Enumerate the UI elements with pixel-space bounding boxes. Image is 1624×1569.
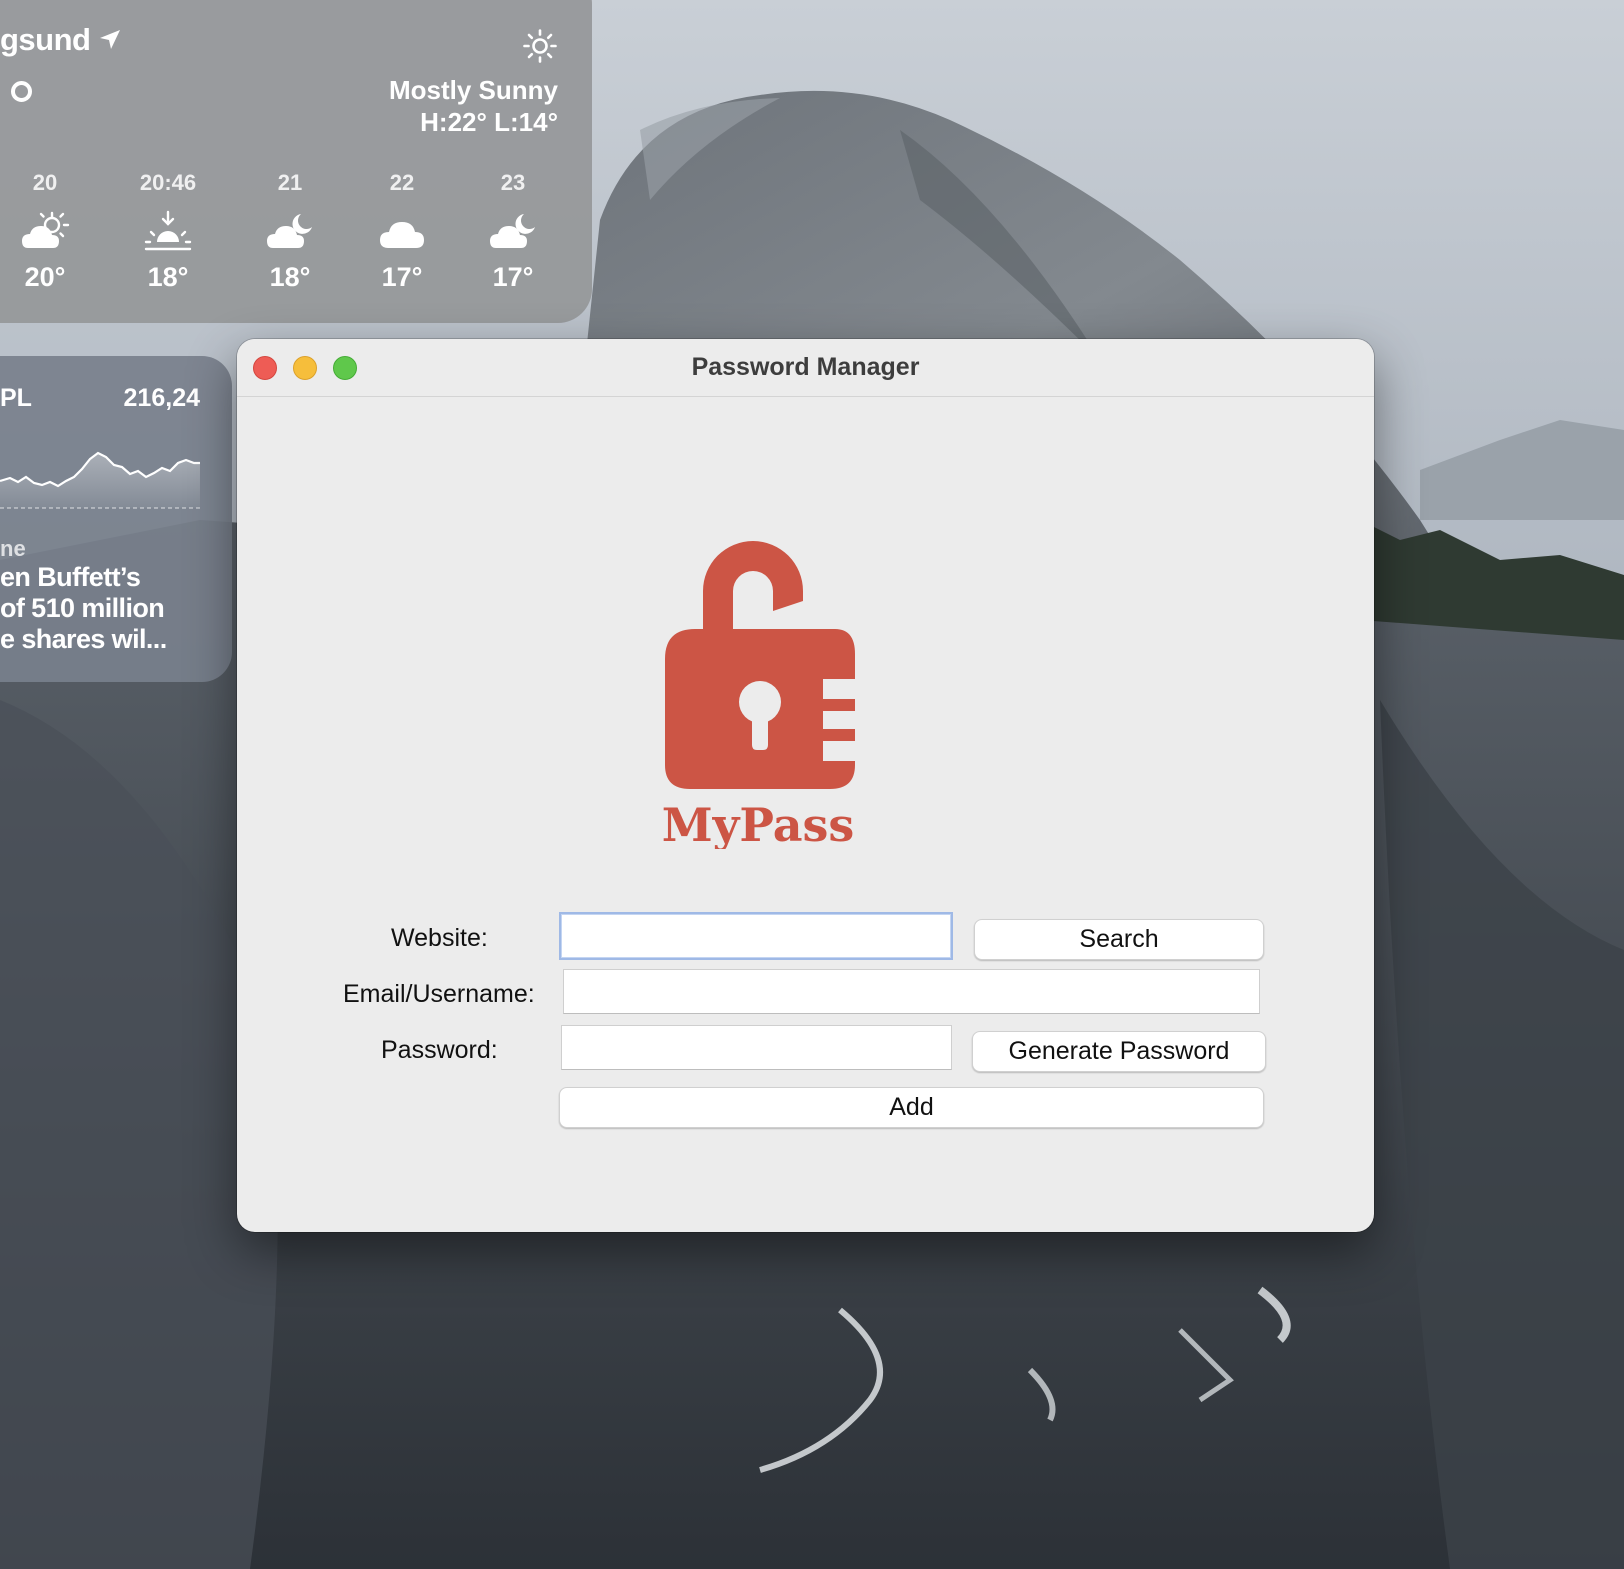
email-input[interactable]	[563, 969, 1260, 1014]
weather-widget[interactable]: gsund Mostly Sunny H:22° L:14° 20 20° 20…	[0, 0, 592, 323]
weather-city-label: gsund	[0, 22, 91, 57]
forecast-temp: 20°	[24, 262, 66, 292]
stock-price: 216,24	[123, 384, 200, 412]
add-button[interactable]: Add	[559, 1087, 1264, 1128]
forecast-item: 20:46 18°	[123, 170, 213, 293]
email-label: Email/Username:	[343, 980, 535, 1008]
forecast-hour: 20:46	[139, 170, 197, 195]
password-label: Password:	[381, 1036, 498, 1064]
news-headline[interactable]: en Buffett’s of 510 million e shares wil…	[0, 562, 200, 655]
condition-text: Mostly Sunny	[388, 75, 558, 105]
forecast-hour: 21	[277, 170, 303, 195]
website-label: Website:	[391, 924, 488, 952]
forecast-item: 23 17°	[468, 170, 558, 293]
window-titlebar[interactable]: Password Manager	[237, 339, 1374, 397]
news-source: ne	[0, 536, 26, 561]
sun-icon	[523, 29, 557, 63]
forecast-item: 22 17°	[357, 170, 447, 293]
stock-sparkline	[0, 451, 200, 509]
current-temp-fragment	[11, 81, 32, 102]
search-button[interactable]: Search	[974, 919, 1264, 960]
weather-condition: Mostly Sunny H:22° L:14°	[389, 74, 558, 138]
forecast-item: 20 20°	[0, 170, 90, 293]
stocks-widget[interactable]: PL 216,24 ne en Buffett’s of 510 million…	[0, 356, 232, 682]
generate-password-button[interactable]: Generate Password	[972, 1031, 1266, 1072]
logo-wordmark: MyPass	[662, 798, 855, 849]
forecast-item: 21 18°	[245, 170, 335, 293]
hourly-forecast: 20 20° 20:46 18° 21 18° 22 17° 23 17°	[0, 170, 562, 300]
password-input[interactable]	[561, 1025, 952, 1070]
partly-cloudy-night-icon	[267, 214, 312, 248]
mypass-logo: MyPass	[662, 541, 855, 849]
sunset-icon	[144, 210, 192, 251]
forecast-hour: 20	[32, 170, 58, 195]
forecast-temp: 18°	[147, 262, 189, 292]
stock-symbol: PL	[0, 384, 32, 412]
partly-cloudy-night-icon	[490, 214, 535, 248]
high-low-text: H:22° L:14°	[420, 107, 558, 137]
forecast-hour: 23	[500, 170, 526, 195]
forecast-temp: 17°	[381, 262, 423, 292]
cloud-icon	[380, 222, 424, 248]
location-arrow-icon	[99, 30, 120, 49]
forecast-hour: 22	[389, 170, 415, 195]
window-title: Password Manager	[691, 353, 920, 381]
forecast-temp: 18°	[269, 262, 311, 292]
partly-sunny-icon	[22, 211, 70, 248]
forecast-temp: 17°	[492, 262, 534, 292]
weather-city: gsund	[0, 22, 123, 58]
website-input[interactable]	[559, 912, 953, 960]
password-manager-window: Password Manager MyPass Website: Search …	[237, 339, 1374, 1232]
